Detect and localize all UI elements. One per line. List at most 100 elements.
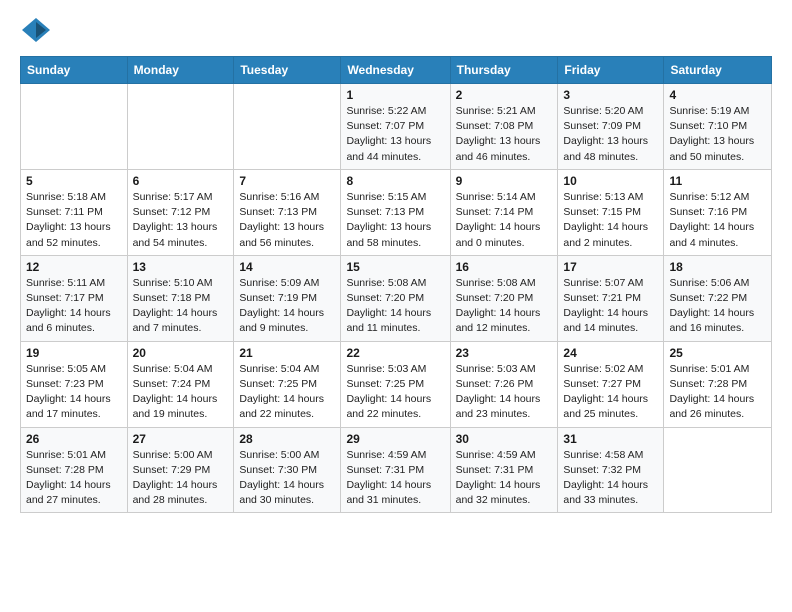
day-cell: 21 Sunrise: 5:04 AM Sunset: 7:25 PM Dayli…	[234, 341, 341, 427]
day-cell: 16 Sunrise: 5:08 AM Sunset: 7:20 PM Dayli…	[450, 255, 558, 341]
day-cell: 2 Sunrise: 5:21 AM Sunset: 7:08 PM Daylig…	[450, 84, 558, 170]
day-number: 2	[456, 88, 553, 102]
day-cell	[127, 84, 234, 170]
day-info: Sunrise: 5:02 AM Sunset: 7:27 PM Dayligh…	[563, 362, 658, 423]
day-number: 15	[346, 260, 444, 274]
day-info: Sunrise: 5:01 AM Sunset: 7:28 PM Dayligh…	[26, 448, 122, 509]
day-number: 1	[346, 88, 444, 102]
day-number: 30	[456, 432, 553, 446]
day-cell: 1 Sunrise: 5:22 AM Sunset: 7:07 PM Daylig…	[341, 84, 450, 170]
day-number: 18	[669, 260, 766, 274]
day-number: 26	[26, 432, 122, 446]
day-number: 6	[133, 174, 229, 188]
day-cell: 24 Sunrise: 5:02 AM Sunset: 7:27 PM Dayli…	[558, 341, 664, 427]
day-cell: 25Sunrise: 5:01 AM Sunset: 7:28 PM Dayli…	[664, 341, 772, 427]
day-info: Sunrise: 5:00 AM Sunset: 7:29 PM Dayligh…	[133, 448, 229, 509]
day-info: Sunrise: 5:21 AM Sunset: 7:08 PM Dayligh…	[456, 104, 553, 165]
day-number: 13	[133, 260, 229, 274]
day-cell: 9 Sunrise: 5:14 AM Sunset: 7:14 PM Daylig…	[450, 169, 558, 255]
day-number: 28	[239, 432, 335, 446]
day-number: 23	[456, 346, 553, 360]
day-number: 17	[563, 260, 658, 274]
day-info: Sunrise: 5:04 AM Sunset: 7:24 PM Dayligh…	[133, 362, 229, 423]
day-info: Sunrise: 5:15 AM Sunset: 7:13 PM Dayligh…	[346, 190, 444, 251]
day-info: Sunrise: 5:08 AM Sunset: 7:20 PM Dayligh…	[456, 276, 553, 337]
day-number: 20	[133, 346, 229, 360]
day-number: 31	[563, 432, 658, 446]
day-info: Sunrise: 5:10 AM Sunset: 7:18 PM Dayligh…	[133, 276, 229, 337]
day-cell: 19 Sunrise: 5:05 AM Sunset: 7:23 PM Dayli…	[21, 341, 128, 427]
day-cell: 26 Sunrise: 5:01 AM Sunset: 7:28 PM Dayli…	[21, 427, 128, 513]
day-info: Sunrise: 5:05 AM Sunset: 7:23 PM Dayligh…	[26, 362, 122, 423]
day-info: Sunrise: 5:03 AM Sunset: 7:25 PM Dayligh…	[346, 362, 444, 423]
day-number: 24	[563, 346, 658, 360]
day-info: Sunrise: 5:08 AM Sunset: 7:20 PM Dayligh…	[346, 276, 444, 337]
day-cell: 11 Sunrise: 5:12 AM Sunset: 7:16 PM Dayli…	[664, 169, 772, 255]
day-cell: 15 Sunrise: 5:08 AM Sunset: 7:20 PM Dayli…	[341, 255, 450, 341]
calendar-table: SundayMondayTuesdayWednesdayThursdayFrid…	[20, 56, 772, 513]
day-info: Sunrise: 5:20 AM Sunset: 7:09 PM Dayligh…	[563, 104, 658, 165]
day-cell: 22 Sunrise: 5:03 AM Sunset: 7:25 PM Dayli…	[341, 341, 450, 427]
day-info: Sunrise: 5:06 AM Sunset: 7:22 PM Dayligh…	[669, 276, 766, 337]
day-number: 8	[346, 174, 444, 188]
day-number: 9	[456, 174, 553, 188]
day-cell: 4 Sunrise: 5:19 AM Sunset: 7:10 PM Daylig…	[664, 84, 772, 170]
day-number: 4	[669, 88, 766, 102]
week-row-3: 12 Sunrise: 5:11 AM Sunset: 7:17 PM Dayli…	[21, 255, 772, 341]
day-info: Sunrise: 5:13 AM Sunset: 7:15 PM Dayligh…	[563, 190, 658, 251]
day-info: Sunrise: 5:19 AM Sunset: 7:10 PM Dayligh…	[669, 104, 766, 165]
header	[20, 16, 772, 44]
day-number: 21	[239, 346, 335, 360]
logo-icon	[20, 16, 52, 44]
day-number: 5	[26, 174, 122, 188]
week-row-1: 1 Sunrise: 5:22 AM Sunset: 7:07 PM Daylig…	[21, 84, 772, 170]
day-info: Sunrise: 5:07 AM Sunset: 7:21 PM Dayligh…	[563, 276, 658, 337]
day-info: Sunrise: 5:18 AM Sunset: 7:11 PM Dayligh…	[26, 190, 122, 251]
day-cell: 13 Sunrise: 5:10 AM Sunset: 7:18 PM Dayli…	[127, 255, 234, 341]
day-cell: 28 Sunrise: 5:00 AM Sunset: 7:30 PM Dayli…	[234, 427, 341, 513]
week-row-5: 26 Sunrise: 5:01 AM Sunset: 7:28 PM Dayli…	[21, 427, 772, 513]
day-info: Sunrise: 5:04 AM Sunset: 7:25 PM Dayligh…	[239, 362, 335, 423]
day-number: 14	[239, 260, 335, 274]
day-cell: 17 Sunrise: 5:07 AM Sunset: 7:21 PM Dayli…	[558, 255, 664, 341]
day-number: 11	[669, 174, 766, 188]
day-info: Sunrise: 5:14 AM Sunset: 7:14 PM Dayligh…	[456, 190, 553, 251]
day-number: 27	[133, 432, 229, 446]
day-number: 19	[26, 346, 122, 360]
day-info: Sunrise: 5:00 AM Sunset: 7:30 PM Dayligh…	[239, 448, 335, 509]
day-info: Sunrise: 5:17 AM Sunset: 7:12 PM Dayligh…	[133, 190, 229, 251]
day-cell	[234, 84, 341, 170]
day-info: Sunrise: 5:11 AM Sunset: 7:17 PM Dayligh…	[26, 276, 122, 337]
day-info: Sunrise: 4:59 AM Sunset: 7:31 PM Dayligh…	[456, 448, 553, 509]
day-cell: 10 Sunrise: 5:13 AM Sunset: 7:15 PM Dayli…	[558, 169, 664, 255]
week-row-2: 5 Sunrise: 5:18 AM Sunset: 7:11 PM Daylig…	[21, 169, 772, 255]
header-cell-monday: Monday	[127, 57, 234, 84]
header-cell-sunday: Sunday	[21, 57, 128, 84]
header-cell-wednesday: Wednesday	[341, 57, 450, 84]
logo	[20, 16, 54, 44]
day-cell: 29Sunrise: 4:59 AM Sunset: 7:31 PM Dayli…	[341, 427, 450, 513]
day-number: 12	[26, 260, 122, 274]
header-cell-friday: Friday	[558, 57, 664, 84]
day-cell: 6 Sunrise: 5:17 AM Sunset: 7:12 PM Daylig…	[127, 169, 234, 255]
header-row: SundayMondayTuesdayWednesdayThursdayFrid…	[21, 57, 772, 84]
day-cell: 27 Sunrise: 5:00 AM Sunset: 7:29 PM Dayli…	[127, 427, 234, 513]
day-cell: 5 Sunrise: 5:18 AM Sunset: 7:11 PM Daylig…	[21, 169, 128, 255]
day-info: Sunrise: 5:22 AM Sunset: 7:07 PM Dayligh…	[346, 104, 444, 165]
day-cell: 8 Sunrise: 5:15 AM Sunset: 7:13 PM Daylig…	[341, 169, 450, 255]
day-info: Sunrise: 4:58 AM Sunset: 7:32 PM Dayligh…	[563, 448, 658, 509]
day-number: 22	[346, 346, 444, 360]
day-info: Sunrise: 4:59 AM Sunset: 7:31 PM Dayligh…	[346, 448, 444, 509]
day-number: 10	[563, 174, 658, 188]
day-cell: 14Sunrise: 5:09 AM Sunset: 7:19 PM Dayli…	[234, 255, 341, 341]
day-cell: 23Sunrise: 5:03 AM Sunset: 7:26 PM Dayli…	[450, 341, 558, 427]
day-cell: 18 Sunrise: 5:06 AM Sunset: 7:22 PM Dayli…	[664, 255, 772, 341]
day-info: Sunrise: 5:16 AM Sunset: 7:13 PM Dayligh…	[239, 190, 335, 251]
day-number: 25	[669, 346, 766, 360]
day-number: 16	[456, 260, 553, 274]
day-cell: 12 Sunrise: 5:11 AM Sunset: 7:17 PM Dayli…	[21, 255, 128, 341]
day-cell: 31 Sunrise: 4:58 AM Sunset: 7:32 PM Dayli…	[558, 427, 664, 513]
week-row-4: 19 Sunrise: 5:05 AM Sunset: 7:23 PM Dayli…	[21, 341, 772, 427]
day-info: Sunrise: 5:12 AM Sunset: 7:16 PM Dayligh…	[669, 190, 766, 251]
header-cell-thursday: Thursday	[450, 57, 558, 84]
